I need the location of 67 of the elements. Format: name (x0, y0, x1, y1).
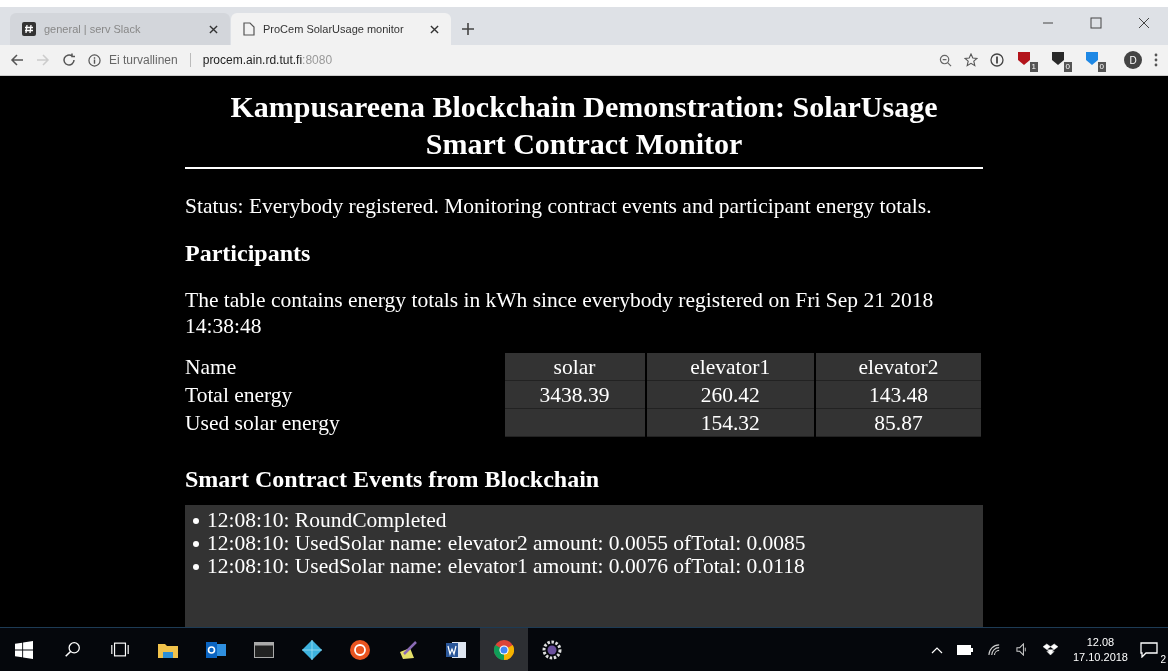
zoom-icon[interactable] (939, 53, 952, 67)
url-field[interactable]: procem.ain.rd.tut.fi:8080 (202, 53, 927, 67)
table-description: The table contains energy totals in kWh since everybody registered on Fri Sep 21 2018 14:38:48 (185, 287, 935, 339)
row-label: Total energy (185, 382, 294, 409)
extension-button[interactable]: 1 (1016, 50, 1038, 70)
chevron-up-icon[interactable] (930, 645, 943, 654)
circle-logo-icon (350, 639, 370, 660)
folder-icon (158, 641, 178, 658)
speaker-icon[interactable] (1015, 643, 1029, 656)
diamond-icon (302, 639, 322, 660)
maximize-icon[interactable] (1090, 17, 1102, 29)
clock[interactable]: 12.08 17.10.2018 (1072, 634, 1128, 665)
taskbar-button[interactable] (480, 628, 528, 671)
page-icon (243, 22, 255, 36)
reload-icon[interactable] (62, 53, 76, 67)
column-header: elevator2 (816, 353, 981, 381)
extension-icon (1050, 50, 1066, 66)
column-header: elevator1 (646, 353, 814, 381)
close-icon[interactable] (1138, 17, 1150, 29)
pen-icon (398, 639, 418, 660)
chrome-icon (494, 639, 514, 660)
search-icon (63, 641, 81, 658)
windows-icon (15, 640, 33, 659)
event-entry: 12:08:10: UsedSolar name: elevator2 amount: 0.0055 ofTotal: 0.0085 (207, 532, 806, 555)
back-icon[interactable] (10, 53, 24, 67)
hash-icon (22, 22, 36, 36)
word-icon (446, 640, 466, 659)
event-entry: 12:08:10: RoundCompleted (207, 509, 447, 532)
table-cell: 143.48 (816, 381, 981, 409)
extension-icon (1084, 50, 1100, 66)
page-title: Kampusareena Blockchain Demonstration: SolarUsage Smart Contract Monitor (229, 89, 939, 162)
row-label: Name (185, 354, 238, 381)
event-entry: 12:08:10: UsedSolar name: elevator1 amount: 0.0076 ofTotal: 0.0118 (207, 555, 805, 578)
table-cell: 154.32 (646, 409, 814, 437)
extension-icon (1016, 50, 1032, 66)
extension-button[interactable]: 0 (1050, 50, 1072, 70)
table-cell: 3438.39 (504, 381, 645, 409)
extension-button[interactable]: 0 (1084, 50, 1106, 70)
wifi-icon[interactable] (986, 643, 1002, 656)
info-icon[interactable] (88, 53, 101, 67)
battery-icon[interactable] (956, 644, 973, 655)
notifications-button[interactable]: 2 (1140, 634, 1168, 665)
security-label: Ei turvallinen (109, 53, 178, 67)
info-icon[interactable] (990, 53, 1004, 67)
box-icon[interactable] (1042, 643, 1058, 656)
message-icon (1140, 641, 1158, 658)
extension-badge: 0 (1063, 62, 1072, 72)
window-icon (254, 641, 274, 658)
menu-icon[interactable] (1154, 53, 1158, 67)
browser-tab[interactable]: ProCem SolarUsage monitor (231, 13, 451, 45)
gear-icon (542, 639, 562, 660)
profile-avatar[interactable]: D (1124, 51, 1142, 69)
extension-badge: 0 (1097, 62, 1106, 72)
section-heading: Participants (185, 239, 312, 267)
extension-badge: 1 (1029, 62, 1038, 72)
column-header: solar (504, 353, 645, 381)
new-tab-icon[interactable] (462, 23, 474, 35)
close-icon[interactable] (430, 24, 439, 34)
section-heading: Smart Contract Events from Blockchain (185, 465, 601, 493)
star-icon[interactable] (964, 53, 978, 67)
table-cell: 260.42 (646, 381, 814, 409)
status-text: Status: Everybody registered. Monitoring contract events and participant energy totals. (185, 193, 933, 219)
task-view-icon (110, 642, 130, 657)
table-cell: 85.87 (816, 409, 981, 437)
row-label: Used solar energy (185, 410, 341, 437)
mail-app-icon (206, 640, 226, 659)
close-icon[interactable] (209, 24, 218, 34)
